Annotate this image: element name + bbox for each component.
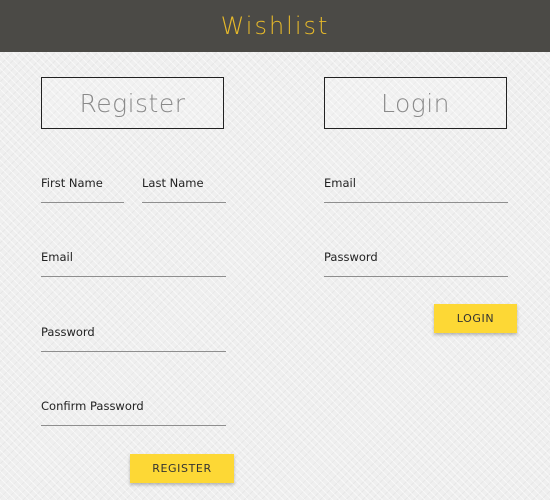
register-password-input[interactable] <box>41 339 226 351</box>
app-header: Wishlist <box>0 0 550 52</box>
register-button[interactable]: REGISTER <box>130 454 234 483</box>
first-name-field[interactable]: First Name <box>41 176 124 203</box>
register-email-field[interactable]: Email <box>41 250 226 277</box>
login-email-label: Email <box>324 176 356 190</box>
last-name-label: Last Name <box>142 176 204 190</box>
login-password-input[interactable] <box>324 264 508 276</box>
confirm-password-input[interactable] <box>41 413 226 425</box>
last-name-field[interactable]: Last Name <box>142 176 226 203</box>
confirm-password-label: Confirm Password <box>41 399 144 413</box>
register-email-input[interactable] <box>41 264 226 276</box>
login-button[interactable]: LOGIN <box>434 304 517 333</box>
register-password-field[interactable]: Password <box>41 325 226 352</box>
register-heading: Register <box>79 88 186 118</box>
first-name-input[interactable] <box>41 190 124 202</box>
login-password-label: Password <box>324 250 378 264</box>
first-name-label: First Name <box>41 176 103 190</box>
app-title: Wishlist <box>220 12 330 40</box>
register-heading-box: Register <box>41 77 224 129</box>
login-email-input[interactable] <box>324 190 508 202</box>
last-name-input[interactable] <box>142 190 226 202</box>
register-email-label: Email <box>41 250 73 264</box>
register-password-label: Password <box>41 325 95 339</box>
login-password-field[interactable]: Password <box>324 250 508 277</box>
login-email-field[interactable]: Email <box>324 176 508 203</box>
confirm-password-field[interactable]: Confirm Password <box>41 399 226 426</box>
login-heading: Login <box>380 88 451 118</box>
login-heading-box: Login <box>324 77 507 129</box>
